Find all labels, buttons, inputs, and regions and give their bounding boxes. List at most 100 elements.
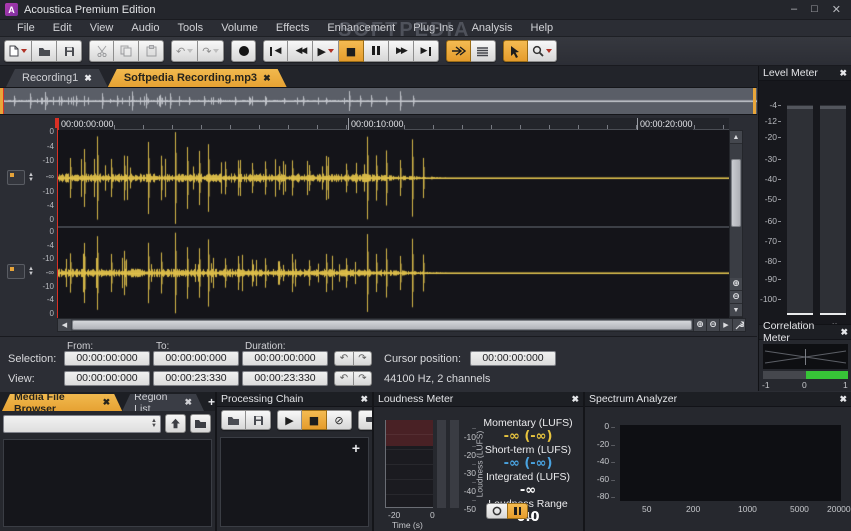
tab-region-list[interactable]: Region List ✖ [122,394,204,411]
correlation-meter-close-icon[interactable]: ✖ [840,327,848,338]
spectrum-analyzer-close-icon[interactable]: ✖ [839,394,847,405]
tab-close-icon[interactable]: ✖ [103,397,111,408]
scroll-left-button[interactable]: ◀ [58,319,71,331]
view-to-field[interactable]: 00:00:23:330 [153,371,239,386]
tab-close-icon[interactable]: ✖ [263,73,271,84]
menu-help[interactable]: Help [522,21,563,35]
add-effect-button[interactable]: + [352,440,360,456]
tab-recording1[interactable]: Recording1 ✖ [6,69,108,87]
zoom-out-button[interactable]: ⊖ [706,319,719,331]
loudness-meter-close-icon[interactable]: ✖ [571,394,579,405]
menu-audio[interactable]: Audio [122,21,168,35]
selection-redo-button[interactable]: ↷ [353,351,372,366]
menu-effects[interactable]: Effects [267,21,318,35]
processing-chain-list[interactable]: + [220,437,369,527]
browse-folder-button[interactable] [190,414,211,433]
menu-tools[interactable]: Tools [169,21,213,35]
view-redo-button[interactable]: ↷ [353,371,372,386]
zoom-in-vertical-button[interactable]: ⊕ [730,278,742,291]
tab-softpedia-recording[interactable]: Softpedia Recording.mp3 ✖ [108,69,287,87]
view-from-field[interactable]: 00:00:00:000 [64,371,150,386]
combo-spinner-icon[interactable]: ▲▼ [151,419,157,429]
chain-play-button[interactable]: ▶ [277,410,302,430]
pause-button[interactable] [364,40,389,62]
session-view-button[interactable] [471,40,496,62]
maximize-button[interactable]: □ [811,3,818,16]
selection-undo-button[interactable]: ↶ [334,351,353,366]
record-button[interactable] [231,40,256,62]
go-to-start-button[interactable]: ◀ [263,40,288,62]
scrub-mode-button[interactable] [446,40,471,62]
close-button[interactable]: ✕ [832,3,841,16]
scroll-down-button[interactable]: ▼ [730,304,742,317]
chain-stop-button[interactable]: ■ [302,410,327,430]
load-chain-button[interactable] [221,410,246,430]
go-to-end-button[interactable]: ▶ [414,40,439,62]
channel-select-icon[interactable] [7,264,25,279]
channel-select-icon[interactable] [7,170,25,185]
loudness-reset-button[interactable] [486,503,507,519]
processing-chain-close-icon[interactable]: ✖ [360,394,368,405]
selection-tool-button[interactable] [503,40,528,62]
overview-waveform-canvas[interactable] [0,88,757,114]
menu-edit[interactable]: Edit [44,21,81,35]
redo-button[interactable]: ↷ [198,40,224,62]
playhead-line [57,118,58,318]
rewind-button[interactable]: ◀◀ [288,40,313,62]
selection-from-field[interactable]: 00:00:00:000 [64,351,150,366]
cursor-position-field[interactable]: 00:00:00:000 [470,351,556,366]
paste-button[interactable] [139,40,164,62]
vertical-scrollbar[interactable]: ▲ ⊕ ⊖ ▼ [729,130,743,318]
zoom-out-vertical-button[interactable]: ⊖ [730,291,742,304]
time-ruler[interactable]: 00:00:00:000 00:00:10:000 00:00:20:000 [57,118,729,130]
media-file-list[interactable] [3,439,212,527]
zoom-tool-button[interactable] [528,40,557,62]
waveform-overview[interactable] [0,87,757,115]
copy-button[interactable] [114,40,139,62]
level-meter-close-icon[interactable]: ✖ [839,68,847,79]
level-tick: -4 [759,101,781,109]
scroll-options-wrench-button[interactable] [732,319,745,331]
menu-analysis[interactable]: Analysis [463,21,522,35]
cut-button[interactable] [89,40,114,62]
selection-duration-field[interactable]: 00:00:00:000 [242,351,328,366]
open-file-button[interactable] [32,40,57,62]
db-tick: -10 [30,283,54,291]
save-button[interactable] [57,40,82,62]
selection-to-field[interactable]: 00:00:00:000 [153,351,239,366]
menu-view[interactable]: View [81,21,123,35]
corr-tick: 1 [843,380,848,390]
menu-volume[interactable]: Volume [212,21,267,35]
menu-file[interactable]: File [8,21,44,35]
add-panel-tab-button[interactable]: + [208,395,215,411]
scroll-up-button[interactable]: ▲ [730,131,742,144]
horizontal-scrollbar[interactable]: ◀ ⊕ ⊖ ▶ [57,318,746,332]
view-range-end-marker[interactable] [753,88,756,114]
tab-close-icon[interactable]: ✖ [84,73,92,84]
menu-enhancement[interactable]: Enhancement [318,21,404,35]
fast-forward-button[interactable]: ▶▶ [389,40,414,62]
chain-bypass-button[interactable]: ⊘ [327,410,352,430]
play-button[interactable]: ▶ [313,40,338,62]
vertical-scroll-thumb[interactable] [731,159,741,227]
horizontal-scroll-thumb[interactable] [72,320,692,330]
minimize-button[interactable]: – [791,3,797,16]
loudness-pause-button[interactable] [507,503,528,519]
view-undo-button[interactable]: ↶ [334,371,353,386]
path-combobox[interactable]: ▲▼ [3,415,161,433]
waveform-channel-right[interactable] [57,228,729,318]
menu-plugins[interactable]: Plug-Ins [404,21,462,35]
up-directory-button[interactable] [165,414,186,433]
new-file-button[interactable] [4,40,32,62]
stop-button[interactable]: ■ [339,40,364,62]
tab-media-file-browser[interactable]: Media File Browser ✖ [2,394,122,411]
tab-close-icon[interactable]: ✖ [184,397,192,408]
undo-button[interactable]: ↶ [171,40,198,62]
save-chain-button[interactable] [246,410,271,430]
zoom-in-button[interactable]: ⊕ [693,319,706,331]
view-duration-field[interactable]: 00:00:23:330 [242,371,328,386]
title-bar: A Acoustica Premium Edition – □ ✕ [0,0,851,20]
waveform-channel-left[interactable] [57,130,729,226]
scroll-right-button[interactable]: ▶ [719,319,732,331]
apply-chain-button[interactable]: Ap [358,410,372,430]
